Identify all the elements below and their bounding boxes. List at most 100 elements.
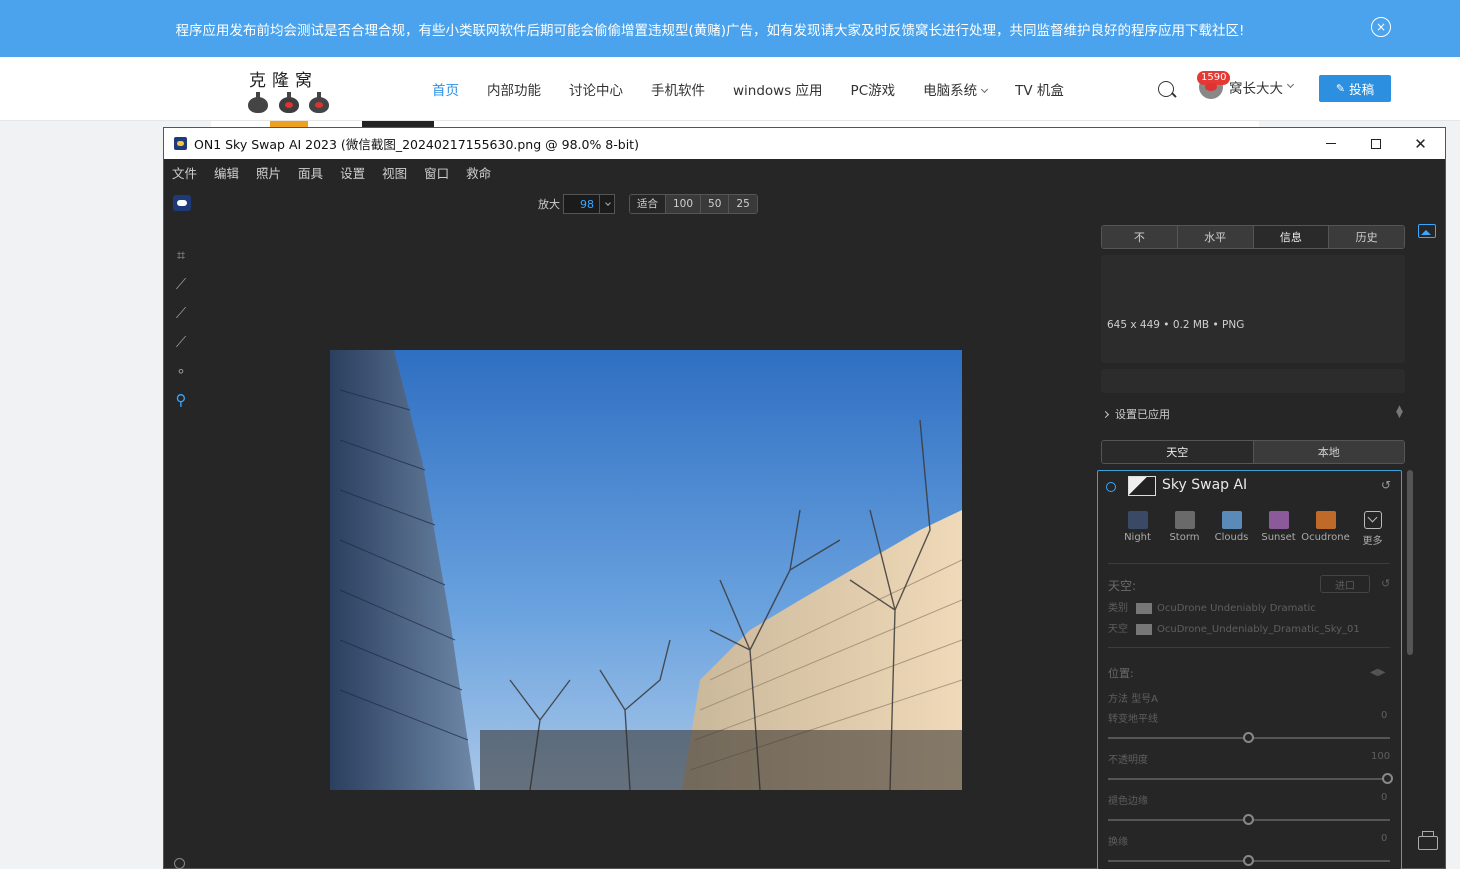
menu-view[interactable]: 视图 — [382, 163, 407, 182]
settings-applied-label: 设置已应用 — [1115, 408, 1170, 421]
mode-tabs: 天空 本地 — [1101, 440, 1405, 464]
sky-value: OcuDrone_Undeniably_Dramatic_Sky_01 — [1157, 624, 1360, 635]
nav-mobile-software[interactable]: 手机软件 — [651, 79, 705, 99]
nav-discussion[interactable]: 讨论中心 — [569, 79, 623, 99]
preset-label: Night — [1124, 532, 1151, 543]
more-icon — [1363, 511, 1382, 529]
preset-label: Storm — [1169, 532, 1200, 543]
nav-pc-systems[interactable]: 电脑系统 — [923, 79, 989, 99]
preset-ocudrone[interactable]: Ocudrone — [1301, 511, 1350, 547]
import-button[interactable]: 进口 — [1320, 575, 1370, 593]
preset-night[interactable]: Night — [1114, 511, 1161, 547]
preset-more[interactable]: 更多 — [1349, 511, 1396, 547]
tab-info[interactable]: 信息 — [1252, 226, 1329, 248]
slider-knob[interactable] — [1243, 814, 1254, 825]
sky-label: 天空 — [1108, 624, 1128, 635]
method-row[interactable]: 方法 型号A — [1108, 690, 1158, 705]
sky-row[interactable]: 天空 OcuDrone_Undeniably_Dramatic_Sky_01 — [1108, 620, 1360, 635]
photo-image — [330, 350, 962, 790]
chisel-icon[interactable]: ∘ — [170, 360, 192, 382]
refresh-icon[interactable]: ↺ — [1381, 577, 1390, 590]
menu-window[interactable]: 窗口 — [424, 163, 449, 182]
nav-windows-apps[interactable]: windows 应用 — [733, 79, 823, 99]
horizon-label: 转变地平线 — [1108, 714, 1158, 725]
zoom-hand-icon[interactable]: ⚲ — [170, 389, 192, 411]
slider-knob[interactable] — [1243, 855, 1254, 866]
browse-icon[interactable] — [173, 195, 191, 211]
tab-local[interactable]: 本地 — [1252, 441, 1404, 463]
print-icon[interactable] — [1418, 831, 1438, 850]
menu-help[interactable]: 救命 — [466, 163, 491, 182]
minimize-button[interactable] — [1308, 128, 1353, 159]
shift-edge-label: 换缘 — [1108, 837, 1128, 848]
nav-tv-box[interactable]: TV 机盒 — [1015, 79, 1064, 99]
arrows-icon[interactable]: ◀▶ — [1370, 667, 1385, 678]
nav-home[interactable]: 首页 — [432, 79, 459, 99]
sky-section-title: 天空: — [1108, 579, 1137, 593]
menu-file[interactable]: 文件 — [172, 163, 197, 182]
paint-brush-icon[interactable]: ⟋ — [170, 331, 192, 353]
settings-applied-toggle[interactable]: 设置已应用 — [1101, 406, 1170, 422]
main-nav: 首页 内部功能 讨论中心 手机软件 windows 应用 PC游戏 电脑系统 T… — [418, 57, 1078, 121]
submit-button-label: 投稿 — [1349, 82, 1375, 97]
settings-dot-icon[interactable] — [174, 858, 185, 869]
sort-icon[interactable]: ▲ ▼ — [1396, 405, 1403, 420]
preset-storm[interactable]: Storm — [1161, 511, 1208, 547]
nav-internal-features[interactable]: 内部功能 — [487, 79, 541, 99]
user-menu[interactable]: 1590 窝长大大 — [1197, 71, 1295, 99]
zoom-25-button[interactable]: 25 — [728, 195, 757, 213]
method-value: 型号A — [1131, 694, 1159, 705]
panel-scrollbar[interactable] — [1407, 470, 1413, 655]
preset-thumbnail — [1221, 511, 1242, 529]
preset-label: 更多 — [1362, 536, 1383, 547]
search-icon[interactable] — [1158, 81, 1174, 97]
slider-knob[interactable] — [1382, 773, 1393, 784]
photo-canvas[interactable] — [330, 350, 962, 790]
category-row[interactable]: 类别 OcuDrone Undeniably Dramatic — [1108, 599, 1316, 614]
app-icon — [174, 137, 187, 150]
maximize-icon — [1370, 138, 1381, 149]
category-thumbnail — [1136, 602, 1152, 614]
chevron-down-icon — [981, 85, 989, 94]
site-header: 克隆窝 首页 内部功能 讨论中心 手机软件 windows 应用 PC游戏 电脑… — [0, 57, 1460, 121]
zoom-100-button[interactable]: 100 — [665, 195, 701, 213]
fade-edge-slider[interactable] — [1108, 814, 1390, 825]
close-icon: ✕ — [1414, 134, 1427, 153]
position-section-title: 位置: — [1108, 667, 1134, 680]
nav-pc-games[interactable]: PC游戏 — [851, 79, 896, 99]
horizon-slider[interactable] — [1108, 732, 1390, 743]
site-logo[interactable]: 克隆窝 — [246, 65, 336, 115]
shift-edge-slider[interactable] — [1108, 855, 1390, 866]
crop-icon[interactable]: ⌗ — [170, 244, 192, 266]
preset-sunset[interactable]: Sunset — [1255, 511, 1302, 547]
mask-brush-icon[interactable]: ⟋ — [170, 302, 192, 324]
opacity-slider[interactable] — [1108, 773, 1393, 784]
menu-edit[interactable]: 编辑 — [214, 163, 239, 182]
image-icon[interactable] — [1418, 224, 1436, 238]
horizon-value: 0 — [1381, 710, 1388, 721]
menu-photo[interactable]: 照片 — [256, 163, 281, 182]
preset-clouds[interactable]: Clouds — [1208, 511, 1255, 547]
window-titlebar: ON1 Sky Swap AI 2023 (微信截图_2024021715563… — [164, 128, 1445, 159]
menu-mask[interactable]: 面具 — [298, 163, 323, 182]
zoom-fit-button[interactable]: 适合 — [630, 195, 665, 213]
zoom-dropdown[interactable] — [599, 194, 615, 214]
info-panel: 645 x 449 • 0.2 MB • PNG — [1101, 255, 1405, 363]
preset-thumbnail — [1174, 511, 1195, 529]
tab-none[interactable]: 不 — [1102, 226, 1177, 248]
zoom-50-button[interactable]: 50 — [700, 195, 729, 213]
refine-brush-icon[interactable]: ⟋ — [170, 273, 192, 295]
submit-button[interactable]: ✎ 投稿 — [1319, 75, 1391, 102]
close-window-button[interactable]: ✕ — [1398, 128, 1443, 159]
tab-sky[interactable]: 天空 — [1102, 441, 1253, 463]
reset-icon[interactable]: ↺ — [1381, 478, 1391, 492]
slider-knob[interactable] — [1243, 732, 1254, 743]
menu-settings[interactable]: 设置 — [340, 163, 365, 182]
notification-badge: 1590 — [1197, 71, 1231, 85]
tab-level[interactable]: 水平 — [1176, 226, 1253, 248]
tab-history[interactable]: 历史 — [1328, 226, 1404, 248]
close-icon[interactable]: × — [1371, 17, 1391, 37]
maximize-button[interactable] — [1353, 128, 1398, 159]
enable-toggle[interactable] — [1106, 482, 1116, 492]
panel-tabs: 不 水平 信息 历史 — [1101, 225, 1405, 249]
